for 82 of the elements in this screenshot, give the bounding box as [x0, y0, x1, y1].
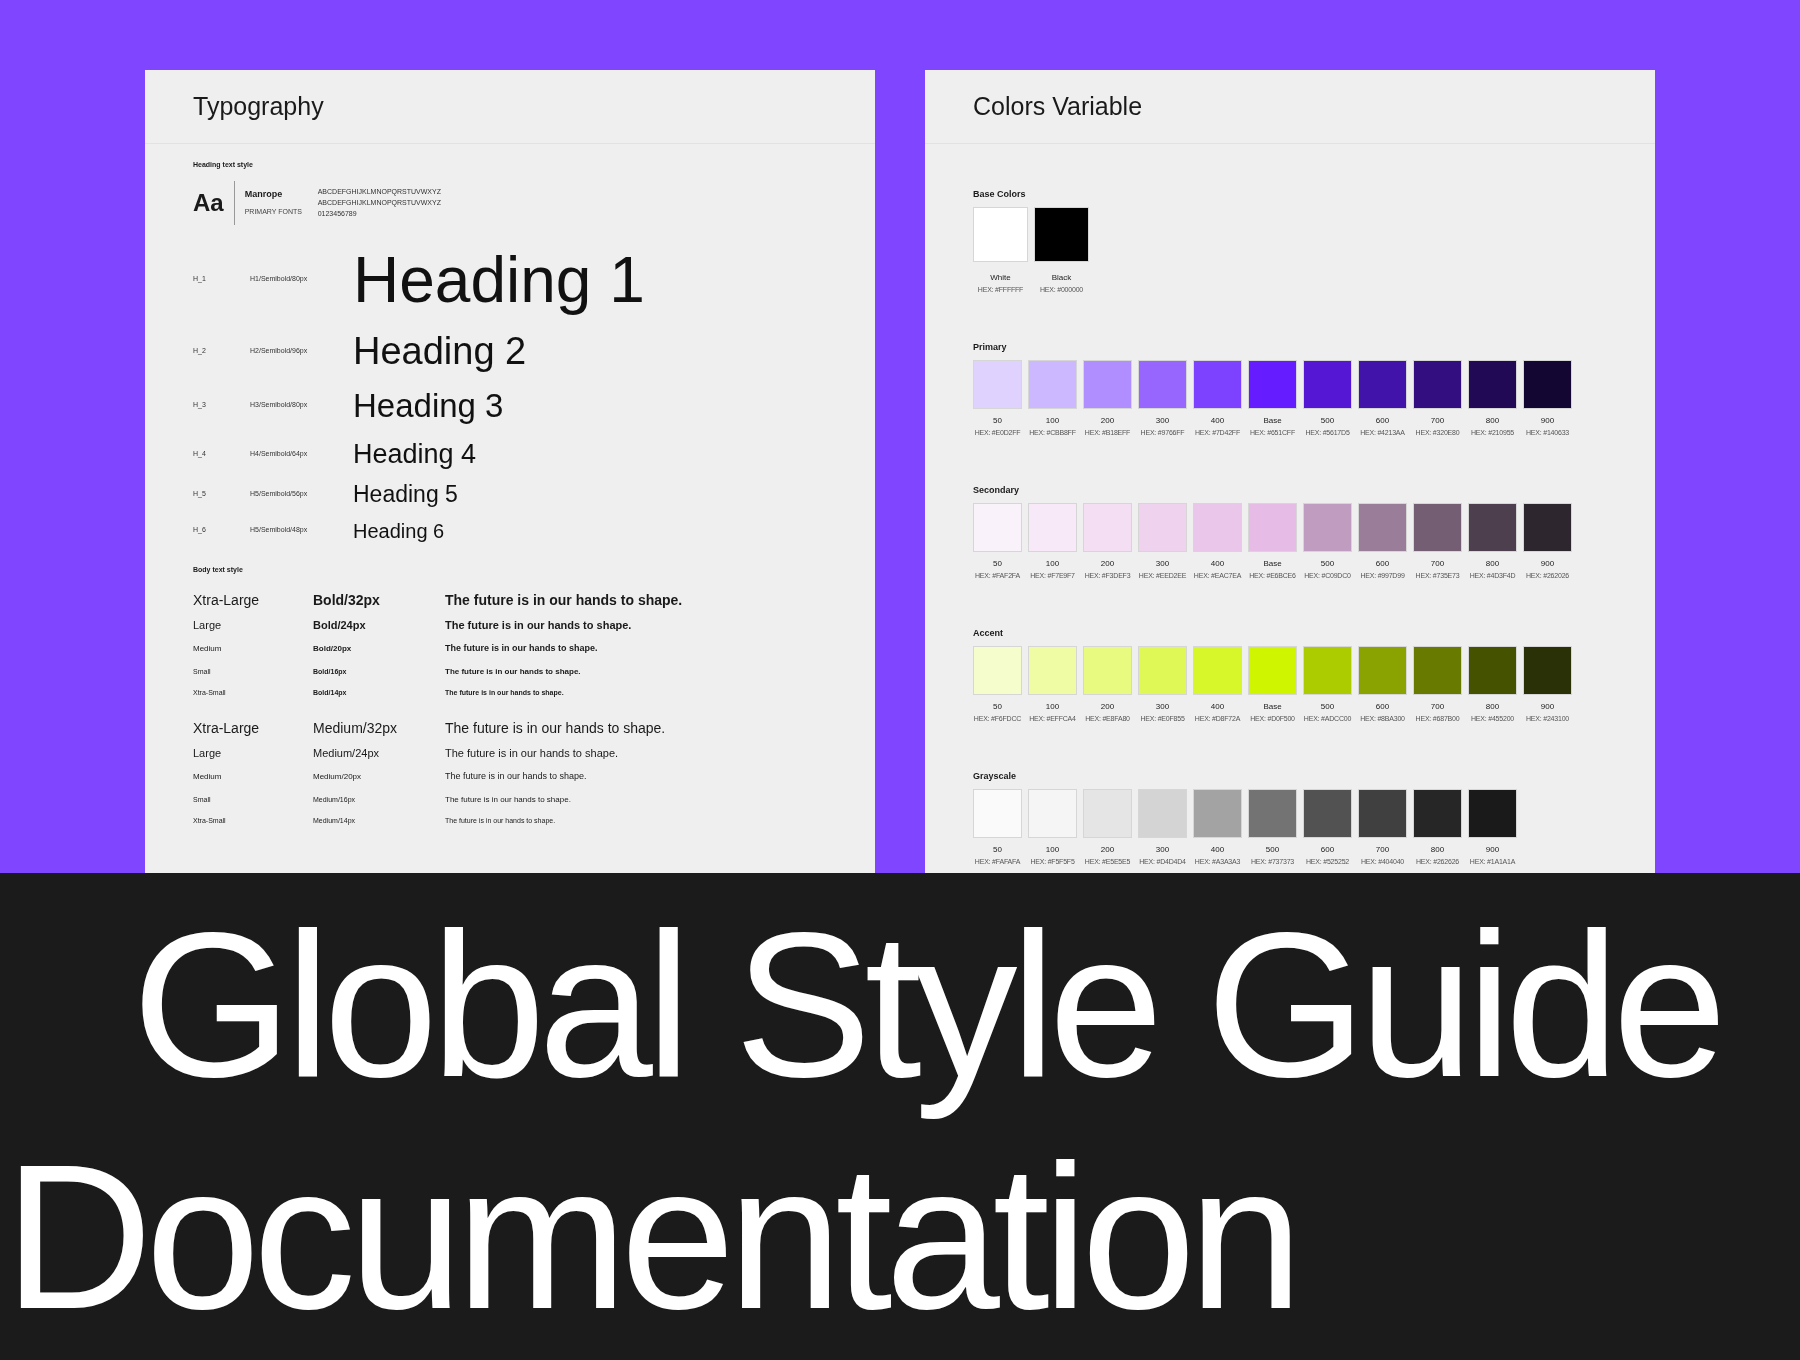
swatch-label: 200	[1100, 843, 1115, 856]
swatch-label: 100	[1045, 414, 1060, 427]
swatch-label: 500	[1320, 700, 1335, 713]
weight-spec: Bold/24px	[313, 617, 367, 633]
sample-text: The future is in our hands to shape.	[445, 590, 683, 610]
weight-spec: Medium/24px	[313, 745, 381, 761]
color-group-label: Primary	[973, 341, 1008, 354]
weight-spec: Medium/20px	[313, 771, 363, 783]
swatch-label: 600	[1320, 843, 1335, 856]
heading-sample: Heading 4	[353, 438, 477, 472]
sample-text: The future is in our hands to shape.	[445, 642, 598, 656]
swatch-label: 400	[1210, 843, 1225, 856]
swatch-label: 500	[1320, 414, 1335, 427]
weight-spec: Medium/32px	[313, 718, 399, 738]
swatch-label: 200	[1100, 700, 1115, 713]
swatch-label: 800	[1485, 700, 1500, 713]
size-name: Xtra-Large	[193, 718, 261, 738]
panel-title: Typography	[193, 90, 324, 122]
swatch-label: 700	[1430, 700, 1445, 713]
swatch-label: 100	[1045, 557, 1060, 570]
swatch-label: Base	[1263, 557, 1282, 570]
headline-text: Documentation	[3, 1121, 1297, 1353]
swatch-label: Base	[1263, 700, 1282, 713]
swatch-label: 900	[1540, 414, 1555, 427]
sample-text: The future is in our hands to shape.	[445, 617, 632, 633]
swatch-label: Black	[1051, 271, 1072, 284]
size-name: Large	[193, 617, 223, 633]
headline-text: Global Style Guide	[131, 889, 1721, 1121]
swatch-label: 800	[1430, 843, 1445, 856]
swatch-label: 500	[1320, 557, 1335, 570]
font-glyph-sample: Aa	[193, 187, 225, 218]
swatch-label: 50	[993, 700, 1002, 713]
swatch-label: 400	[1210, 414, 1225, 427]
font-name: Manrope	[244, 187, 284, 201]
sample-text: The future is in our hands to shape.	[445, 666, 581, 678]
heading-sample: Heading 2	[353, 329, 527, 374]
swatch-label: 900	[1485, 843, 1500, 856]
panel-title: Colors Variable	[973, 90, 1143, 122]
size-name: Xtra-Large	[193, 590, 261, 610]
sample-text: The future is in our hands to shape.	[445, 770, 587, 784]
size-name: Medium	[193, 643, 223, 655]
swatch-label: 800	[1485, 557, 1500, 570]
heading-sample: Heading 5	[353, 480, 458, 510]
size-name: Large	[193, 745, 223, 761]
swatch-label: 700	[1430, 557, 1445, 570]
swatch-label: 700	[1375, 843, 1390, 856]
swatch-label: 50	[993, 557, 1002, 570]
swatch-label: 900	[1540, 557, 1555, 570]
size-name: Medium	[193, 771, 223, 783]
swatch-label: 200	[1100, 414, 1115, 427]
swatch-label: 400	[1210, 557, 1225, 570]
swatch-label: 50	[993, 414, 1002, 427]
swatch-label: White	[990, 271, 1011, 284]
sample-text: The future is in our hands to shape.	[445, 745, 619, 761]
color-group-label: Base Colors	[973, 188, 1027, 201]
swatch-label: 400	[1210, 700, 1225, 713]
swatch-label: 300	[1155, 843, 1170, 856]
swatch-label: 300	[1155, 700, 1170, 713]
heading-sample: Heading 1	[353, 242, 645, 318]
swatch-label: 100	[1045, 843, 1060, 856]
sample-text: The future is in our hands to shape.	[445, 794, 571, 806]
weight-spec: Bold/20px	[313, 643, 353, 655]
heading-sample: Heading 3	[353, 385, 504, 426]
color-group-label: Accent	[973, 627, 1004, 640]
swatch-label: 100	[1045, 700, 1060, 713]
swatch-label: 300	[1155, 414, 1170, 427]
swatch-label: 50	[993, 843, 1002, 856]
color-group-label: Grayscale	[973, 770, 1018, 783]
swatch-label: Base	[1263, 414, 1282, 427]
weight-spec: Bold/32px	[313, 590, 381, 610]
swatch-label: 300	[1155, 557, 1170, 570]
swatch-label: 900	[1540, 700, 1555, 713]
sample-text: The future is in our hands to shape.	[445, 718, 666, 738]
swatch-label: 800	[1485, 414, 1500, 427]
swatch-label: 700	[1430, 414, 1445, 427]
heading-sample: Heading 6	[353, 518, 445, 544]
color-group-label: Secondary	[973, 484, 1021, 497]
swatch-label: 600	[1375, 700, 1390, 713]
swatch-label: 200	[1100, 557, 1115, 570]
swatch-label: 500	[1265, 843, 1280, 856]
swatch-label: 600	[1375, 557, 1390, 570]
swatch-label: 600	[1375, 414, 1390, 427]
